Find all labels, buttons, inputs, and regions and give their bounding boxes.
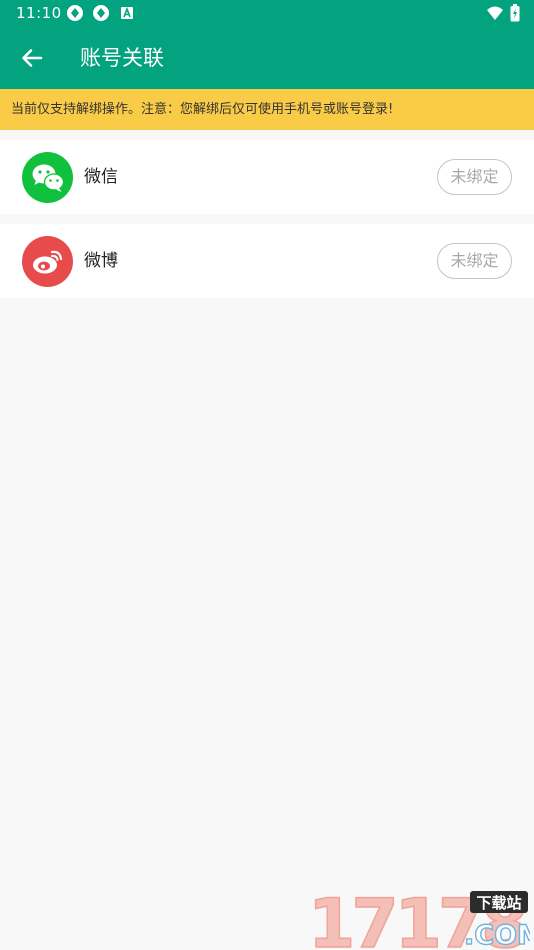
bind-status-button[interactable]: 未绑定 bbox=[437, 159, 512, 195]
account-row-wechat: 微信 未绑定 bbox=[0, 140, 534, 214]
a-icon bbox=[121, 6, 133, 19]
site-watermark-logo: 17178 下载站 .COM bbox=[307, 888, 530, 950]
bind-status-button[interactable]: 未绑定 bbox=[437, 243, 512, 279]
status-notification-icons bbox=[66, 4, 136, 22]
app-bar: 账号关联 bbox=[0, 27, 534, 89]
weibo-icon bbox=[22, 236, 73, 287]
status-system-icons bbox=[486, 4, 520, 22]
notice-text: 当前仅支持解绑操作。注意：您解绑后仅可使用手机号或账号登录! bbox=[11, 102, 394, 117]
arrow-left-icon bbox=[22, 49, 43, 67]
watermark-domain: .COM bbox=[464, 920, 530, 950]
notice-banner: 当前仅支持解绑操作。注意：您解绑后仅可使用手机号或账号登录! bbox=[0, 89, 534, 130]
back-button[interactable] bbox=[14, 40, 50, 76]
status-time: 11:10 bbox=[16, 4, 62, 22]
account-name: 微信 bbox=[84, 167, 118, 187]
account-row-weibo: 微博 未绑定 bbox=[0, 224, 534, 298]
sync-icon bbox=[67, 5, 83, 21]
wifi-icon bbox=[487, 6, 503, 20]
wechat-icon bbox=[22, 152, 73, 203]
battery-icon bbox=[510, 4, 520, 22]
status-bar: 11:10 bbox=[0, 0, 534, 27]
account-name: 微博 bbox=[84, 251, 118, 271]
page-title: 账号关联 bbox=[80, 46, 164, 70]
watermark-badge: 下载站 bbox=[476, 894, 521, 912]
sync-icon bbox=[93, 5, 109, 21]
